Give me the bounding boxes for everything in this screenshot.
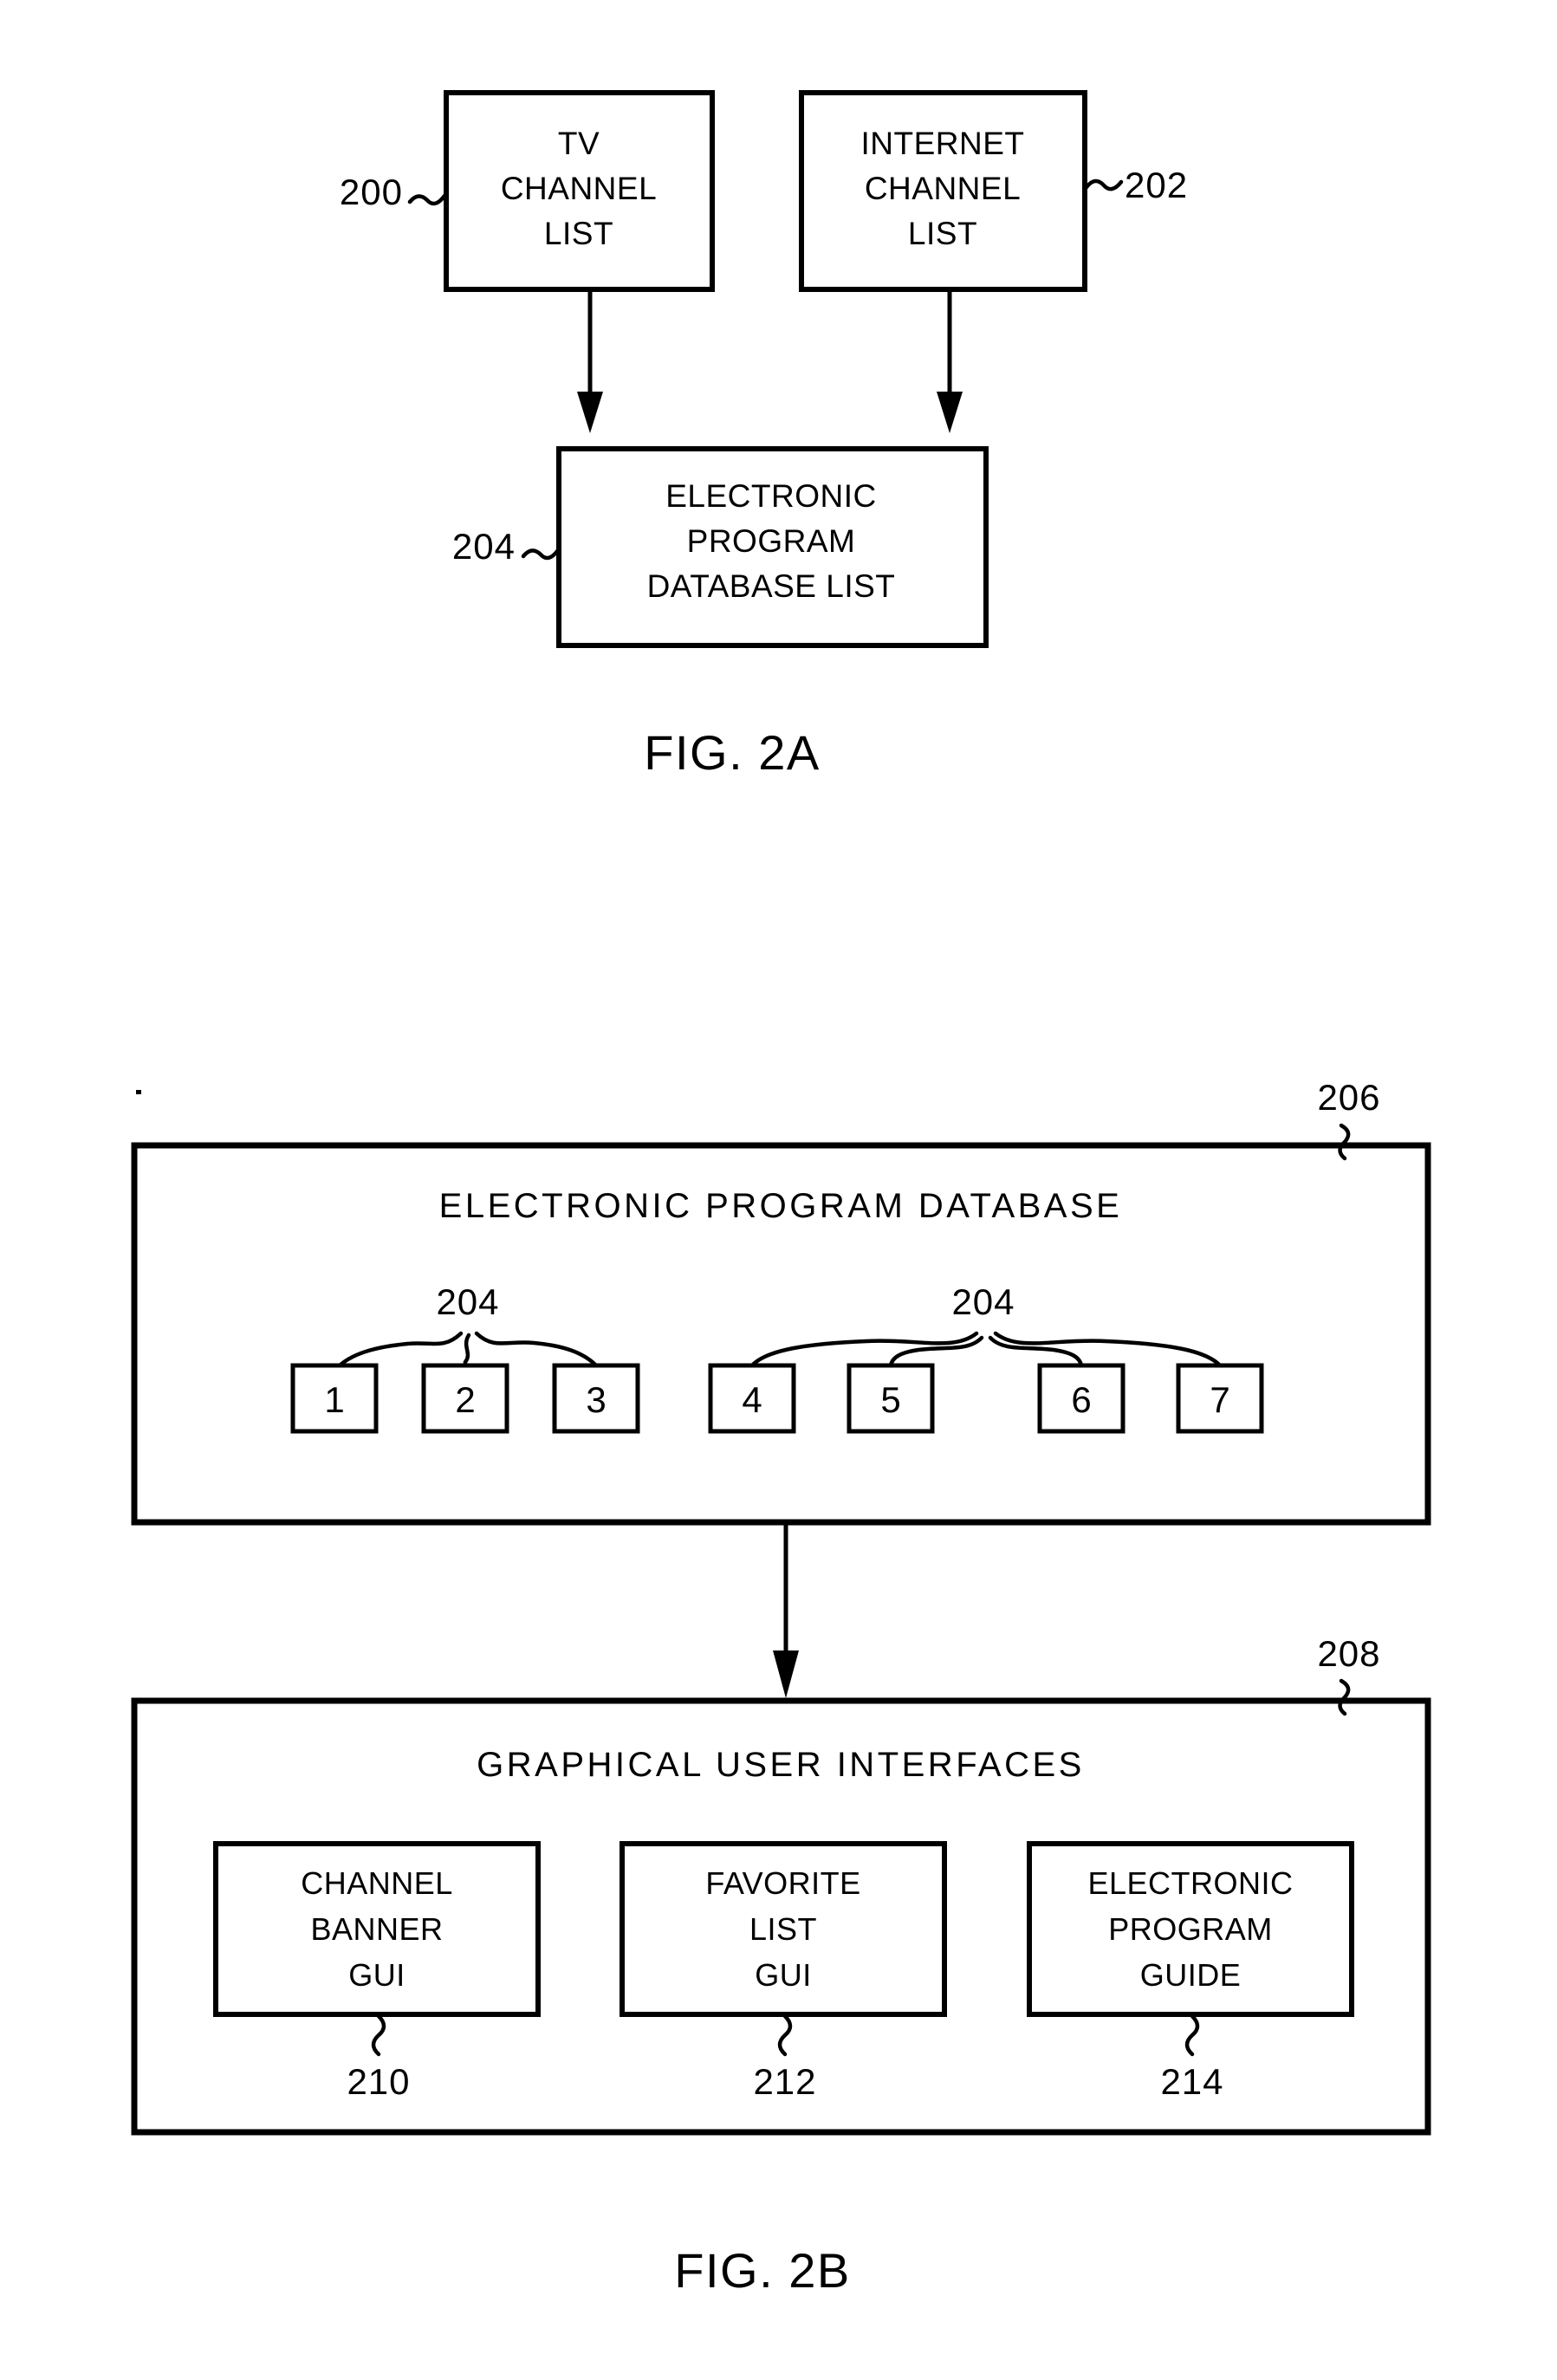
ref-label-204-right-group: 204 — [951, 1281, 1015, 1322]
ref-200-callout: 200 — [340, 172, 447, 212]
gui-item-2-line-1: FAVORITE — [705, 1865, 860, 1901]
gui-item-2-line-2: LIST — [749, 1911, 817, 1947]
ref-label-202: 202 — [1125, 165, 1188, 205]
ref-label-200: 200 — [340, 172, 403, 212]
tv-channel-list-line-2: CHANNEL — [501, 171, 657, 206]
database-cell-4-label: 4 — [742, 1379, 762, 1420]
database-cell-5-label: 5 — [880, 1379, 900, 1420]
ref-204-fig2a-callout: 204 — [452, 526, 561, 567]
gui-item-electronic-program-guide: ELECTRONIC PROGRAM GUIDE 214 — [1027, 1841, 1354, 2102]
tv-channel-list-box: TV CHANNEL LIST — [444, 90, 715, 292]
database-cell-7-label: 7 — [1210, 1379, 1229, 1420]
gui-item-1-line-1: CHANNEL — [301, 1865, 453, 1901]
database-cell-6: 6 — [1037, 1363, 1126, 1434]
gui-item-1-line-3: GUI — [348, 1957, 405, 1993]
database-cell-7: 7 — [1176, 1363, 1264, 1434]
electronic-program-database-list-box: ELECTRONIC PROGRAM DATABASE LIST — [556, 446, 989, 648]
figure-2a: TV CHANNEL LIST 200 INTERNET CHANNEL LIS… — [340, 90, 1188, 780]
figure-2b: ELECTRONIC PROGRAM DATABASE 206 204 1 2 … — [131, 1077, 1431, 2298]
ref-label-204-fig2a: 204 — [452, 526, 516, 567]
patent-drawing-sheet: TV CHANNEL LIST 200 INTERNET CHANNEL LIS… — [0, 0, 1557, 2380]
database-cell-1: 1 — [290, 1363, 379, 1434]
ref-label-206: 206 — [1317, 1077, 1380, 1118]
ref-label-212: 212 — [753, 2061, 816, 2102]
ref-202-callout: 202 — [1084, 165, 1188, 205]
database-cell-4: 4 — [708, 1363, 796, 1434]
epd-list-line-3: DATABASE LIST — [647, 568, 896, 604]
figures-svg-layer: TV CHANNEL LIST 200 INTERNET CHANNEL LIS… — [131, 90, 1431, 2298]
gui-panel-title: GRAPHICAL USER INTERFACES — [477, 1746, 1085, 1784]
internet-channel-list-line-3: LIST — [908, 216, 977, 251]
gui-item-3-line-3: GUIDE — [1140, 1957, 1242, 1993]
database-cell-6-label: 6 — [1071, 1379, 1091, 1420]
caption-fig-2a: FIG. 2A — [644, 725, 820, 780]
internet-channel-list-line-2: CHANNEL — [865, 171, 1021, 206]
gui-item-channel-banner: CHANNEL BANNER GUI 210 — [213, 1841, 541, 2102]
scan-speck — [136, 1090, 141, 1094]
internet-channel-list-line-1: INTERNET — [861, 126, 1025, 161]
database-cell-2-label: 2 — [455, 1379, 475, 1420]
database-group-left: 204 1 2 3 — [290, 1281, 640, 1434]
database-cell-5: 5 — [847, 1363, 935, 1434]
epd-list-line-2: PROGRAM — [687, 523, 856, 559]
database-cell-3-label: 3 — [586, 1379, 606, 1420]
gui-item-1-line-2: BANNER — [310, 1911, 443, 1947]
tv-channel-list-line-3: LIST — [544, 216, 613, 251]
database-cell-1-label: 1 — [324, 1379, 344, 1420]
electronic-program-database-panel: ELECTRONIC PROGRAM DATABASE — [131, 1142, 1431, 1526]
arrow-database-to-gui — [773, 1522, 799, 1698]
database-cell-3: 3 — [552, 1363, 640, 1434]
ref-label-208: 208 — [1317, 1633, 1380, 1674]
caption-fig-2b: FIG. 2B — [674, 2243, 850, 2298]
ref-label-214: 214 — [1160, 2061, 1223, 2102]
ref-label-210: 210 — [347, 2061, 410, 2102]
arrow-internet-to-database — [937, 289, 963, 433]
epd-panel-title: ELECTRONIC PROGRAM DATABASE — [439, 1187, 1123, 1225]
ref-label-204-left-group: 204 — [436, 1281, 499, 1322]
gui-item-3-line-1: ELECTRONIC — [1087, 1865, 1293, 1901]
gui-item-2-line-3: GUI — [755, 1957, 812, 1993]
tv-channel-list-line-1: TV — [558, 126, 600, 161]
database-cell-2: 2 — [421, 1363, 509, 1434]
internet-channel-list-box: INTERNET CHANNEL LIST — [799, 90, 1087, 292]
epd-list-line-1: ELECTRONIC — [665, 478, 876, 514]
arrow-tv-to-database — [577, 289, 603, 433]
gui-item-favorite-list: FAVORITE LIST GUI 212 — [620, 1841, 947, 2102]
database-group-right: 204 4 5 6 7 — [708, 1281, 1264, 1434]
gui-item-3-line-2: PROGRAM — [1108, 1911, 1273, 1947]
